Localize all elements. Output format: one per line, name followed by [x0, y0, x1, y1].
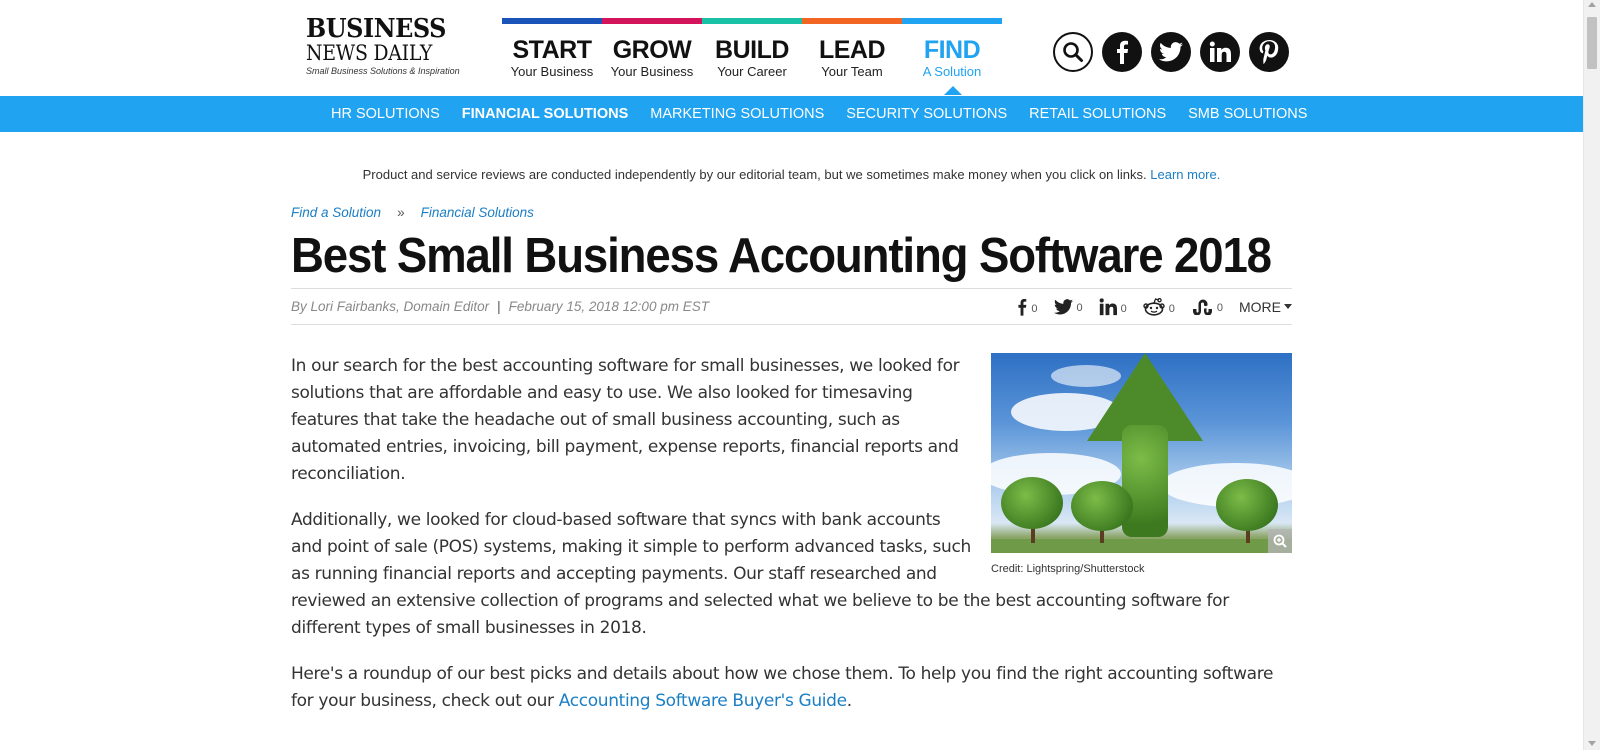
author-byline[interactable]: By Lori Fairbanks, Domain Editor: [291, 299, 489, 314]
nav-lead-colorbar: [802, 18, 902, 24]
breadcrumb-separator: »: [397, 204, 405, 220]
facebook-icon: [1018, 298, 1027, 316]
more-label: MORE: [1239, 298, 1281, 315]
share-stumbleupon[interactable]: 0: [1191, 299, 1223, 315]
nav-start[interactable]: START Your Business: [502, 18, 602, 88]
facebook-share-count: 0: [1031, 302, 1038, 315]
nav-build-sublabel: Your Career: [717, 64, 787, 79]
nav-build-colorbar: [702, 18, 802, 24]
share-reddit[interactable]: 0: [1143, 297, 1175, 316]
byline: By Lori Fairbanks, Domain Editor | Februar…: [291, 299, 709, 314]
breadcrumb-find-a-solution[interactable]: Find a Solution: [291, 205, 381, 220]
page-scrollbar[interactable]: [1583, 0, 1600, 750]
tree: [1071, 481, 1133, 531]
tree: [1216, 479, 1278, 531]
subnav-security-solutions[interactable]: SECURITY SOLUTIONS: [846, 96, 1007, 132]
article-title: Best Small Business Accounting Software …: [291, 229, 1272, 283]
zoom-icon[interactable]: [1268, 529, 1292, 553]
subnav-smb-solutions[interactable]: SMB SOLUTIONS: [1188, 96, 1307, 132]
growth-arrow-tree-image[interactable]: [991, 353, 1292, 553]
buyers-guide-link[interactable]: Accounting Software Buyer's Guide: [559, 691, 847, 711]
main-nav: START Your Business GROW Your Business B…: [502, 18, 1002, 95]
nav-build-label: BUILD: [715, 36, 789, 64]
logo-line1: BUSINESS: [306, 14, 446, 44]
nav-start-sublabel: Your Business: [510, 64, 594, 79]
facebook-icon[interactable]: [1102, 32, 1142, 72]
site-logo[interactable]: BUSINESS NEWS DAILY Small Business Solut…: [306, 14, 466, 77]
article-figure: Credit: Lightspring/Shutterstock: [991, 353, 1292, 575]
nav-grow-sublabel: Your Business: [610, 64, 694, 79]
byline-row: By Lori Fairbanks, Domain Editor | Februar…: [291, 288, 1292, 325]
scroll-down-arrow-icon[interactable]: [1588, 741, 1596, 746]
share-bar: 0 0 0 0 0 MORE: [1017, 297, 1292, 316]
linkedin-icon: [1099, 297, 1117, 315]
disclaimer-text: Product and service reviews are conducte…: [362, 167, 1151, 182]
reddit-share-count: 0: [1168, 302, 1175, 315]
nav-start-colorbar: [502, 18, 602, 24]
editorial-disclaimer: Product and service reviews are conducte…: [0, 167, 1583, 182]
logo-line2: NEWS DAILY: [306, 41, 433, 65]
publish-date: February 15, 2018 12:00 pm EST: [508, 299, 709, 314]
share-twitter[interactable]: 0: [1053, 298, 1083, 315]
header-social-icons: [1053, 32, 1289, 72]
stumbleupon-icon: [1192, 299, 1212, 315]
subnav-financial-solutions[interactable]: FINANCIAL SOLUTIONS: [462, 96, 628, 132]
linkedin-icon[interactable]: [1200, 32, 1240, 72]
solutions-subnav: HR SOLUTIONS FINANCIAL SOLUTIONS MARKETI…: [0, 96, 1583, 132]
nav-lead[interactable]: LEAD Your Team: [802, 18, 902, 88]
paragraph-roundup: Here's a roundup of our best picks and d…: [291, 661, 1292, 715]
logo-tagline: Small Business Solutions & Inspiration: [306, 66, 460, 76]
subnav-marketing-solutions[interactable]: MARKETING SOLUTIONS: [650, 96, 824, 132]
nav-find-sublabel: A Solution: [922, 64, 982, 79]
breadcrumb: Find a Solution » Financial Solutions: [291, 200, 1292, 224]
active-nav-caret: [944, 86, 962, 95]
caret-down-icon: [1284, 304, 1292, 309]
nav-grow[interactable]: GROW Your Business: [602, 18, 702, 88]
scroll-up-arrow-icon[interactable]: [1588, 2, 1596, 7]
nav-lead-sublabel: Your Team: [821, 64, 883, 79]
stumbleupon-share-count: 0: [1216, 301, 1223, 314]
article: Find a Solution » Financial Solutions Be…: [291, 200, 1292, 734]
image-credit: Credit: Lightspring/Shutterstock: [991, 563, 1145, 575]
share-facebook[interactable]: 0: [1017, 298, 1038, 316]
twitter-icon: [1053, 298, 1073, 314]
nav-find-colorbar: [902, 18, 1002, 24]
tree-arrow-stem: [1122, 425, 1168, 537]
twitter-share-count: 0: [1076, 301, 1083, 314]
article-body: Credit: Lightspring/Shutterstock In our …: [291, 353, 1292, 715]
more-share-options[interactable]: MORE: [1239, 299, 1292, 315]
pinterest-icon[interactable]: [1249, 32, 1289, 72]
twitter-icon[interactable]: [1151, 32, 1191, 72]
nav-build[interactable]: BUILD Your Career: [702, 18, 802, 88]
nav-lead-label: LEAD: [818, 36, 886, 64]
subnav-retail-solutions[interactable]: RETAIL SOLUTIONS: [1029, 96, 1166, 132]
subnav-hr-solutions[interactable]: HR SOLUTIONS: [331, 96, 440, 132]
byline-divider: |: [497, 299, 501, 314]
linkedin-share-count: 0: [1120, 302, 1127, 315]
nav-find-label: FIND: [923, 36, 981, 64]
scroll-thumb[interactable]: [1587, 17, 1597, 69]
nav-find[interactable]: FIND A Solution: [902, 18, 1002, 95]
roundup-end: .: [846, 691, 852, 711]
nav-grow-colorbar: [602, 18, 702, 24]
learn-more-link[interactable]: Learn more.: [1150, 167, 1220, 182]
reddit-icon: [1143, 297, 1165, 316]
nav-grow-label: GROW: [612, 36, 692, 64]
tree: [1001, 477, 1063, 529]
share-linkedin[interactable]: 0: [1099, 297, 1127, 316]
site-header: BUSINESS NEWS DAILY Small Business Solut…: [0, 0, 1583, 95]
nav-start-label: START: [512, 36, 592, 64]
search-icon[interactable]: [1053, 32, 1093, 72]
breadcrumb-financial-solutions[interactable]: Financial Solutions: [421, 205, 534, 220]
